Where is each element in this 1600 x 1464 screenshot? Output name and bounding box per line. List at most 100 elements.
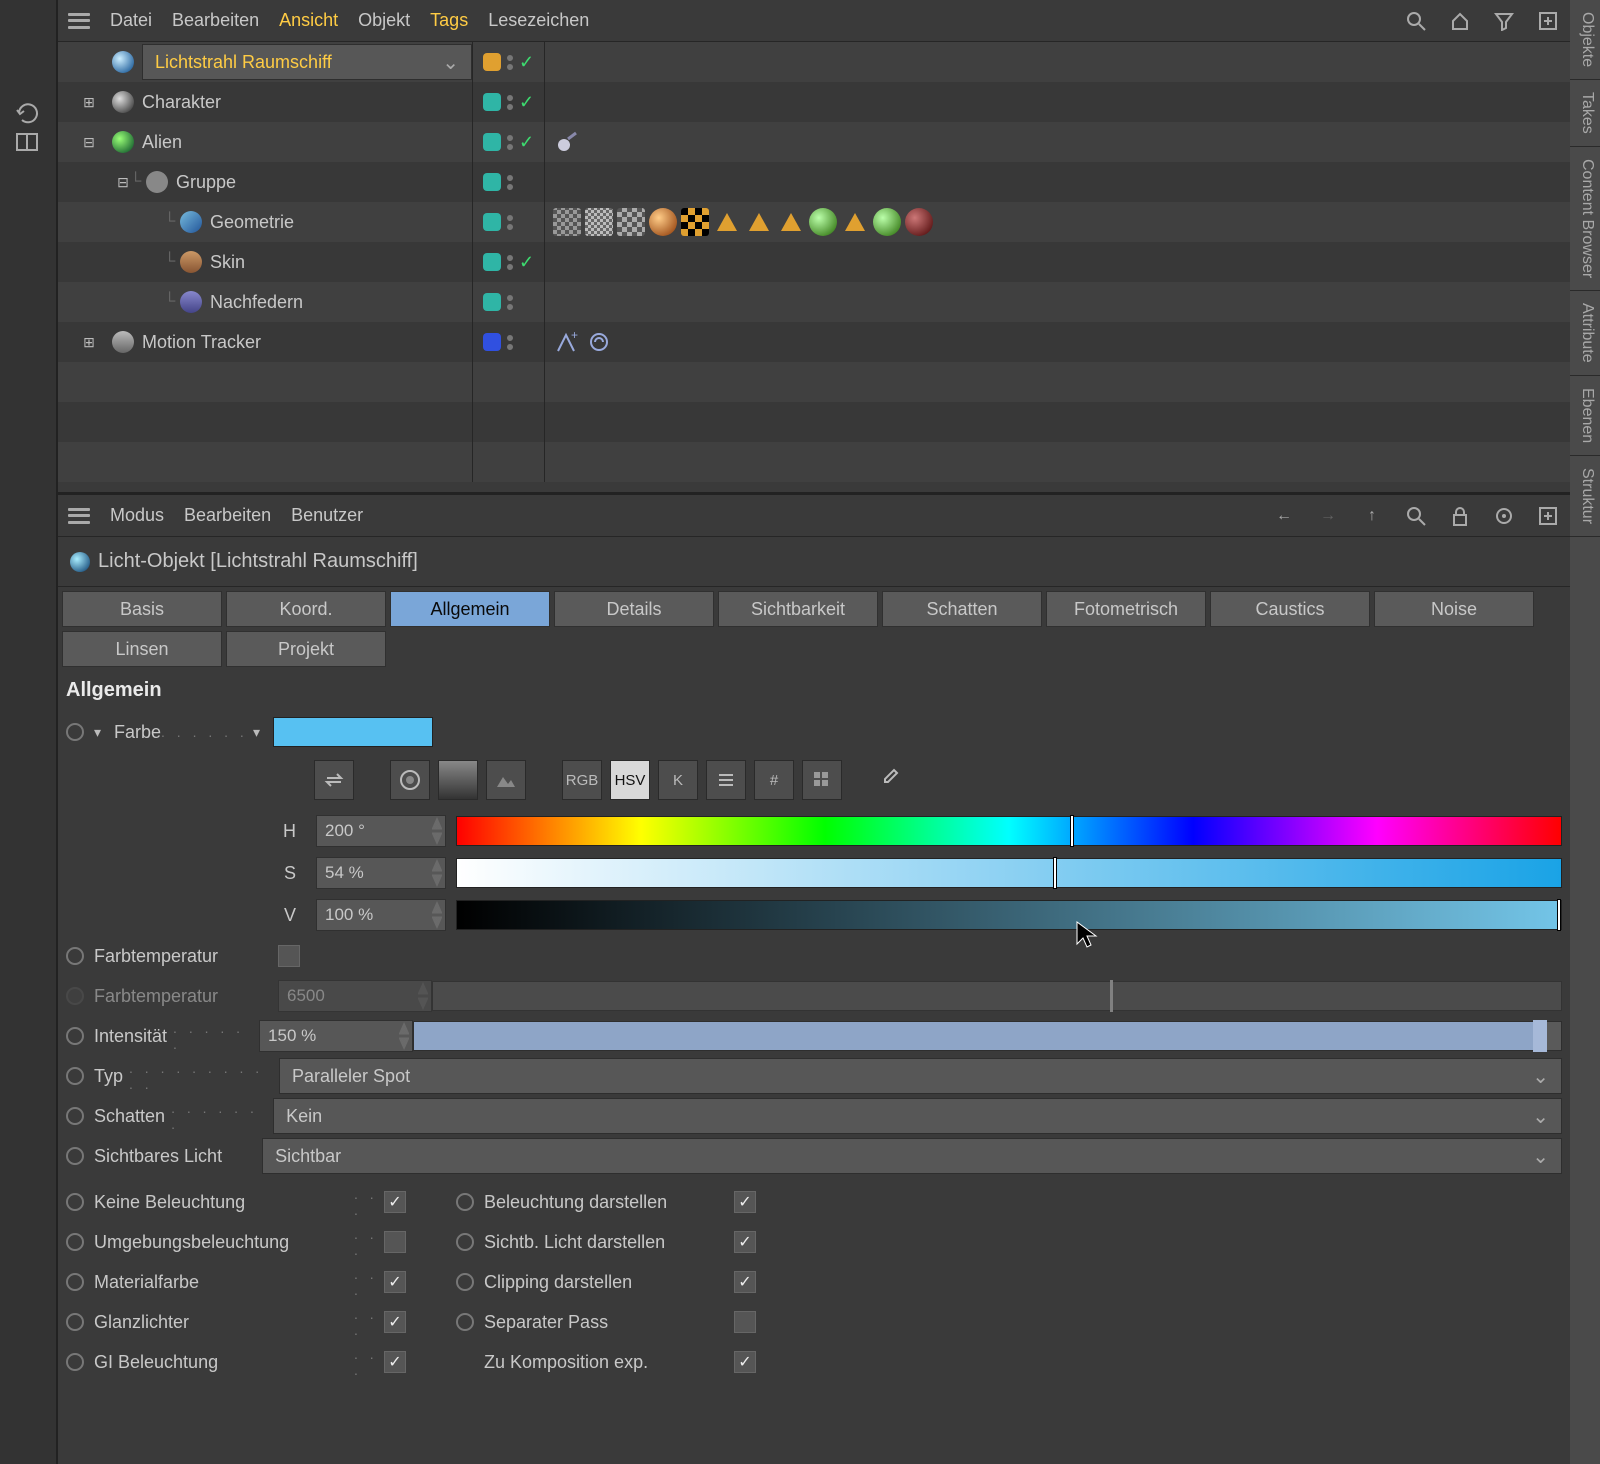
tree-row[interactable]: ⊟└Gruppe: [58, 162, 1570, 202]
checkbox-right[interactable]: [734, 1351, 756, 1373]
side-tab-contentbrowser[interactable]: Content Browser: [1570, 147, 1600, 291]
object-tree[interactable]: Lichtstrahl Raumschiff✓⊞Charakter✓⊟Alien…: [58, 42, 1570, 492]
checkbox-right[interactable]: [734, 1191, 756, 1213]
param-dot[interactable]: [66, 723, 84, 741]
undo-icon[interactable]: [15, 100, 41, 126]
back-icon[interactable]: ←: [1272, 504, 1296, 528]
layer-color-chip[interactable]: [483, 333, 501, 351]
param-dot[interactable]: [456, 1193, 474, 1211]
visibility-dots[interactable]: [507, 295, 513, 310]
layer-color-chip[interactable]: [483, 173, 501, 191]
param-dot[interactable]: [66, 1193, 84, 1211]
filter-icon[interactable]: [1492, 9, 1516, 33]
param-dot[interactable]: [66, 1233, 84, 1251]
tab-projekt[interactable]: Projekt: [226, 631, 386, 667]
target-icon[interactable]: [1492, 504, 1516, 528]
hamburger-icon[interactable]: [68, 13, 90, 29]
param-dot[interactable]: [66, 1027, 84, 1045]
tab-noise[interactable]: Noise: [1374, 591, 1534, 627]
tag-column[interactable]: [545, 242, 1570, 282]
tab-linsen[interactable]: Linsen: [62, 631, 222, 667]
layer-chips[interactable]: [473, 202, 545, 242]
slider-val[interactable]: [456, 900, 1562, 930]
checkbox-left[interactable]: [384, 1231, 406, 1253]
checkbox-right[interactable]: [734, 1231, 756, 1253]
layer-chips[interactable]: [473, 282, 545, 322]
hamburger-icon[interactable]: [68, 508, 90, 524]
up-icon[interactable]: ↑: [1360, 504, 1384, 528]
lock-icon[interactable]: [1448, 504, 1472, 528]
tag-column[interactable]: [545, 82, 1570, 122]
tool-hsv[interactable]: HSV: [610, 760, 650, 800]
side-tab-takes[interactable]: Takes: [1570, 80, 1600, 147]
param-dot[interactable]: [66, 1147, 84, 1165]
checkbox-right[interactable]: [734, 1311, 756, 1333]
tree-row[interactable]: ⊟Alien✓: [58, 122, 1570, 162]
tool-dropper[interactable]: [870, 760, 910, 800]
param-dot[interactable]: [456, 1313, 474, 1331]
layer-color-chip[interactable]: [483, 53, 501, 71]
menu-benutzer[interactable]: Benutzer: [291, 505, 363, 526]
side-tab-struktur[interactable]: Struktur: [1570, 456, 1600, 537]
checkbox-left[interactable]: [384, 1351, 406, 1373]
tab-caustics[interactable]: Caustics: [1210, 591, 1370, 627]
tag-column[interactable]: [545, 202, 1570, 242]
render-check-icon[interactable]: ✓: [519, 52, 534, 73]
checkbox-colortemp[interactable]: [278, 945, 300, 967]
param-dot[interactable]: [66, 1107, 84, 1125]
side-tab-objekte[interactable]: Objekte: [1570, 0, 1600, 80]
menu-bearbeiten[interactable]: Bearbeiten: [184, 505, 271, 526]
tag-column[interactable]: [545, 42, 1570, 82]
layer-color-chip[interactable]: [483, 93, 501, 111]
tool-wheel[interactable]: [390, 760, 430, 800]
visibility-dots[interactable]: [507, 335, 513, 350]
search-icon[interactable]: [1404, 9, 1428, 33]
tool-sliders[interactable]: [706, 760, 746, 800]
color-caret[interactable]: ▾: [253, 724, 269, 741]
tab-fotometrisch[interactable]: Fotometrisch: [1046, 591, 1206, 627]
tree-row[interactable]: └Geometrie: [58, 202, 1570, 242]
layer-chips[interactable]: [473, 322, 545, 362]
visibility-dots[interactable]: [507, 215, 513, 230]
expander-icon[interactable]: ⊟: [82, 134, 96, 151]
layer-chips[interactable]: ✓: [473, 242, 545, 282]
menu-datei[interactable]: Datei: [110, 10, 152, 31]
tag-column[interactable]: [545, 162, 1570, 202]
tree-row[interactable]: Lichtstrahl Raumschiff✓: [58, 42, 1570, 82]
menu-tags[interactable]: Tags: [430, 10, 468, 31]
layer-color-chip[interactable]: [483, 253, 501, 271]
tool-flip[interactable]: [314, 760, 354, 800]
input-intensity[interactable]: [259, 1020, 413, 1052]
checkbox-left[interactable]: [384, 1311, 406, 1333]
param-dot[interactable]: [66, 1353, 84, 1371]
tool-k[interactable]: K: [658, 760, 698, 800]
visibility-dots[interactable]: [507, 55, 513, 70]
panel-icon[interactable]: [15, 130, 41, 156]
layer-color-chip[interactable]: [483, 133, 501, 151]
tool-rgb[interactable]: RGB: [562, 760, 602, 800]
param-dot[interactable]: [456, 1273, 474, 1291]
render-check-icon[interactable]: ✓: [519, 92, 534, 113]
expander-icon[interactable]: ⊞: [82, 334, 96, 351]
param-dot[interactable]: [66, 947, 84, 965]
input-sat[interactable]: [316, 857, 446, 889]
checkbox-left[interactable]: [384, 1191, 406, 1213]
search-icon[interactable]: [1404, 504, 1428, 528]
color-swatch[interactable]: [273, 717, 433, 747]
expander-icon[interactable]: ⊞: [82, 94, 96, 111]
tree-row[interactable]: └Nachfedern: [58, 282, 1570, 322]
visibility-dots[interactable]: [507, 255, 513, 270]
side-tab-attribute[interactable]: Attribute: [1570, 291, 1600, 376]
param-dot[interactable]: [66, 1273, 84, 1291]
tree-row[interactable]: ⊞Motion Tracker+: [58, 322, 1570, 362]
checkbox-right[interactable]: [734, 1271, 756, 1293]
slider-intensity[interactable]: [413, 1021, 1562, 1051]
layer-color-chip[interactable]: [483, 293, 501, 311]
visibility-dots[interactable]: [507, 175, 513, 190]
tree-row[interactable]: ⊞Charakter✓: [58, 82, 1570, 122]
slider-sat[interactable]: [456, 858, 1562, 888]
select-vislight[interactable]: Sichtbar: [262, 1138, 1562, 1174]
home-icon[interactable]: [1448, 9, 1472, 33]
tag-column[interactable]: [545, 282, 1570, 322]
tab-koord[interactable]: Koord.: [226, 591, 386, 627]
